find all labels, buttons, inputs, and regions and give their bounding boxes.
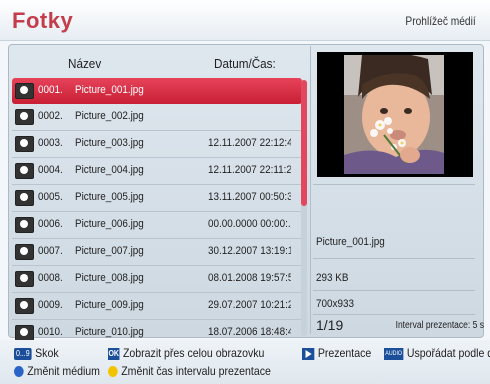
photo-file-icon xyxy=(15,136,34,152)
info-separator xyxy=(313,314,475,315)
legend-change-media[interactable]: Změnit médium xyxy=(14,364,100,378)
column-header-name: Název xyxy=(68,56,102,71)
ok-key-icon: OK xyxy=(108,347,120,360)
info-separator xyxy=(313,290,475,291)
photo-file-icon xyxy=(15,298,34,314)
info-separator xyxy=(313,258,475,259)
file-name: Picture_001.jpg xyxy=(75,84,144,96)
legend-change-interval-label: Změnit čas intervalu prezentace xyxy=(121,364,271,378)
page-title: Fotky xyxy=(12,8,74,33)
file-row[interactable]: 0005. Picture_005.jpg 13.11.2007 00:50:3… xyxy=(12,185,302,212)
file-name: Picture_007.jpg xyxy=(75,245,144,257)
file-row[interactable]: 0009. Picture_009.jpg 29.07.2007 10:21:2… xyxy=(12,293,302,320)
digit-key-icon: 0...9 xyxy=(14,347,32,360)
list-scrollbar[interactable] xyxy=(301,80,307,336)
file-number: 0008. xyxy=(38,272,63,284)
file-name: Picture_003.jpg xyxy=(75,137,144,149)
file-name: Picture_004.jpg xyxy=(75,164,144,176)
column-header-date: Datum/Čas: xyxy=(214,56,276,71)
image-preview xyxy=(317,52,473,177)
info-separator xyxy=(313,184,475,185)
image-counter: 1/19 xyxy=(316,317,344,333)
legend-slideshow-label: Prezentace xyxy=(317,346,372,360)
file-number: 0007. xyxy=(38,245,63,257)
file-name: Picture_008.jpg xyxy=(75,272,144,284)
file-name: Picture_006.jpg xyxy=(75,218,144,230)
legend-jump[interactable]: 0...9 Skok xyxy=(14,346,59,360)
photo-file-icon xyxy=(15,83,34,99)
play-icon xyxy=(302,347,315,360)
legend-change-interval[interactable]: Změnit čas intervalu prezentace xyxy=(108,364,271,378)
scrollbar-thumb[interactable] xyxy=(301,80,307,206)
file-date: 12.11.2007 22:12:48 xyxy=(208,137,291,149)
file-row[interactable]: 0003. Picture_003.jpg 12.11.2007 22:12:4… xyxy=(12,131,302,158)
legend-sort-label: Uspořádat podle data xyxy=(406,346,490,360)
file-number: 0001. xyxy=(38,84,63,96)
file-number: 0010. xyxy=(38,326,63,338)
blue-button-icon xyxy=(14,366,24,378)
file-number: 0005. xyxy=(38,191,63,203)
preview-photo xyxy=(344,55,444,174)
file-name: Picture_009.jpg xyxy=(75,299,144,311)
info-resolution: 700x933 xyxy=(316,298,354,310)
file-row[interactable]: 0008. Picture_008.jpg 08.01.2008 19:57:5… xyxy=(12,266,302,293)
file-date: 13.11.2007 00:50:32 xyxy=(208,191,291,203)
file-number: 0002. xyxy=(38,110,63,122)
header-bar: Fotky Prohlížeč médií xyxy=(0,0,490,41)
file-date: 18.07.2006 18:48:49 xyxy=(208,326,291,338)
yellow-button-icon xyxy=(108,366,118,378)
slideshow-interval: Interval prezentace: 5 s xyxy=(395,320,484,331)
photo-file-icon xyxy=(15,271,34,287)
photo-file-icon xyxy=(15,163,34,179)
legend-change-media-label: Změnit médium xyxy=(27,364,100,378)
info-filesize: 293 KB xyxy=(316,272,349,284)
file-row[interactable]: 0001. Picture_001.jpg xyxy=(12,78,302,104)
file-row[interactable]: 0004. Picture_004.jpg 12.11.2007 22:11:2… xyxy=(12,158,302,185)
photo-file-icon xyxy=(15,190,34,206)
photo-file-icon xyxy=(15,217,34,233)
photo-file-icon xyxy=(15,109,34,125)
file-name: Picture_005.jpg xyxy=(75,191,144,203)
file-name: Picture_010.jpg xyxy=(75,326,144,338)
legend-fullscreen-label: Zobrazit přes celou obrazovku xyxy=(122,346,265,360)
file-date: 29.07.2007 10:21:29 xyxy=(208,299,291,311)
panel-divider xyxy=(310,46,311,334)
file-list: 0001. Picture_001.jpg 0002. Picture_002.… xyxy=(12,78,302,347)
legend-sort[interactable]: AUDIOUspořádat podle data xyxy=(384,346,490,360)
file-number: 0009. xyxy=(38,299,63,311)
legend-fullscreen[interactable]: OK Zobrazit přes celou obrazovku xyxy=(108,346,264,360)
file-date: 08.01.2008 19:57:58 xyxy=(208,272,291,284)
file-date: 12.11.2007 22:11:28 xyxy=(208,164,291,176)
file-row[interactable]: 0002. Picture_002.jpg xyxy=(12,104,302,131)
info-filename: Picture_001.jpg xyxy=(316,236,385,248)
file-row[interactable]: 0007. Picture_007.jpg 30.12.2007 13:19:1… xyxy=(12,239,302,266)
legend-slideshow[interactable]: Prezentace xyxy=(302,346,371,360)
file-number: 0003. xyxy=(38,137,63,149)
file-number: 0004. xyxy=(38,164,63,176)
file-date: 30.12.2007 13:19:15 xyxy=(208,245,291,257)
file-date: 00.00.0000 00:00:... xyxy=(208,218,291,230)
key-legend: 0...9 Skok OK Zobrazit přes celou obrazovk… xyxy=(0,340,490,384)
file-number: 0006. xyxy=(38,218,63,230)
audio-key-icon: AUDIO xyxy=(384,347,404,360)
file-name: Picture_002.jpg xyxy=(75,110,144,122)
app-name: Prohlížeč médií xyxy=(405,14,476,28)
photo-file-icon xyxy=(15,244,34,260)
legend-jump-label: Skok xyxy=(35,346,59,360)
file-row[interactable]: 0006. Picture_006.jpg 00.00.0000 00:00:.… xyxy=(12,212,302,239)
photo-file-icon xyxy=(15,325,34,341)
